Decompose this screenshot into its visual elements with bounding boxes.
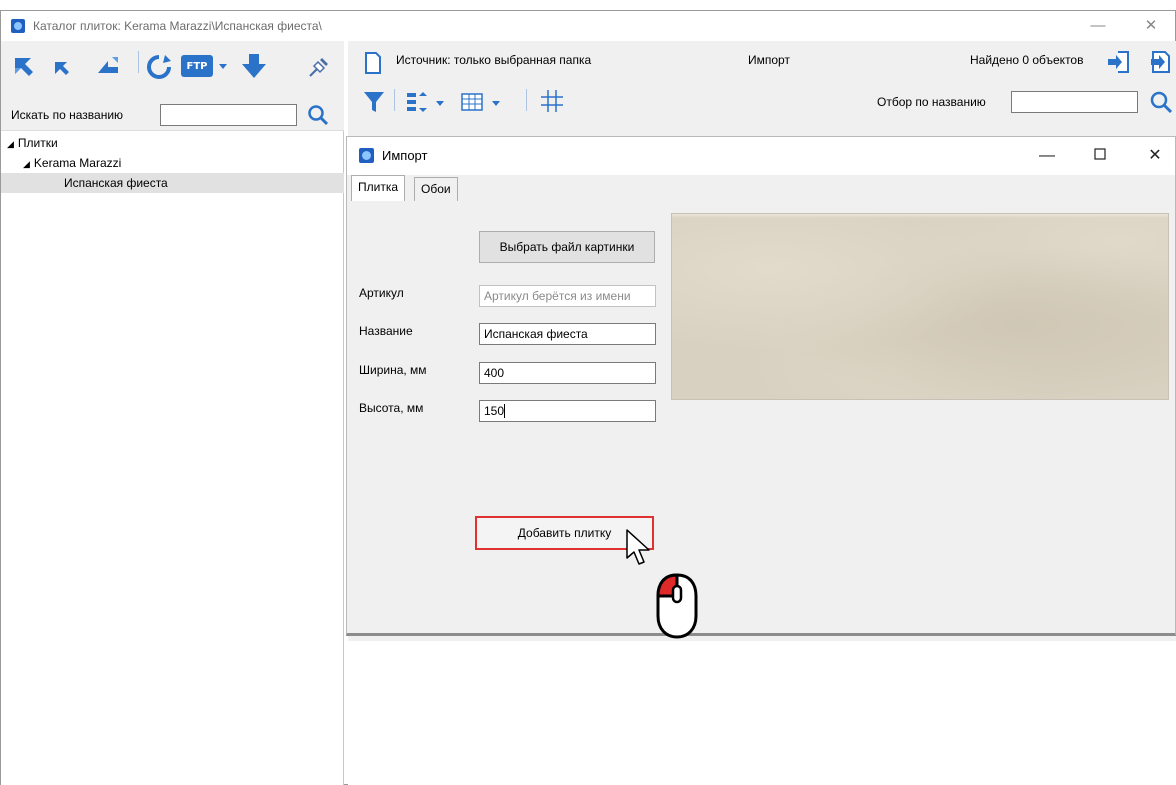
width-field[interactable]: 400 [479, 362, 656, 384]
search-row: Искать по названию [1, 99, 344, 131]
toolbar-separator [138, 51, 139, 73]
pin-icon[interactable] [305, 53, 333, 81]
download-icon[interactable] [239, 51, 269, 81]
app-icon [359, 148, 374, 163]
tree-selection-highlight [1, 173, 344, 193]
found-count: Найдено 0 объектов [970, 53, 1084, 67]
search-input[interactable] [160, 104, 297, 126]
import-into-icon[interactable] [1105, 49, 1133, 75]
filter-label: Отбор по названию [877, 95, 986, 109]
refresh-icon[interactable] [144, 53, 174, 81]
text-caret [504, 404, 506, 418]
expand-arrow-icon[interactable]: ◢ [7, 139, 14, 149]
dropdown-arrow-icon[interactable] [490, 97, 502, 109]
window-title: Каталог плиток: Kerama Marazzi\Испанская… [33, 19, 322, 33]
dialog-close-button[interactable]: ✕ [1135, 145, 1175, 167]
filter-toolbar: Отбор по названию [348, 81, 1176, 121]
width-label: Ширина, мм [359, 363, 427, 377]
close-button[interactable]: ✕ [1129, 15, 1173, 37]
mouse-cursor-icon [625, 528, 655, 573]
search-label: Искать по названию [11, 108, 124, 122]
grid-icon[interactable] [538, 87, 566, 115]
article-field[interactable]: Артикул берётся из имени [479, 285, 656, 307]
name-label: Название [359, 324, 413, 338]
dropdown-arrow-icon[interactable] [217, 59, 229, 73]
search-icon[interactable] [306, 103, 330, 127]
search-icon[interactable] [1148, 89, 1174, 115]
mouse-left-click-icon [655, 572, 699, 643]
source-label: Источник: только выбранная папка [396, 53, 592, 67]
left-toolbar: FTP [1, 41, 344, 99]
document-icon[interactable] [362, 51, 384, 75]
tile-tab-content: Выбрать файл картинки Артикул Артикул бе… [351, 201, 1171, 631]
expand-arrow-icon[interactable]: ◢ [23, 159, 30, 169]
name-field[interactable]: Испанская фиеста [479, 323, 656, 345]
import-dialog: Импорт — ✕ Плитка Обои Выбрать файл карт… [346, 136, 1176, 636]
height-field[interactable]: 150 [479, 400, 656, 422]
expand-all-icon[interactable] [11, 53, 41, 79]
dialog-maximize-button[interactable] [1080, 145, 1120, 167]
toolbar-separator [526, 89, 527, 111]
title-bar: Каталог плиток: Kerama Marazzi\Испанская… [1, 11, 1175, 41]
collapse-icon[interactable] [51, 57, 77, 79]
choose-image-button[interactable]: Выбрать файл картинки [479, 231, 655, 263]
export-icon[interactable] [1146, 49, 1174, 75]
sort-icon[interactable] [404, 89, 430, 115]
tree-item-spanish-fiesta[interactable]: Испанская фиеста [64, 173, 168, 193]
tab-tile[interactable]: Плитка [351, 175, 406, 201]
cropped-caption [0, 0, 1176, 10]
dropdown-arrow-icon[interactable] [434, 97, 446, 109]
maximize-button[interactable] [1079, 15, 1123, 37]
ftp-icon[interactable]: FTP [181, 55, 213, 77]
article-label: Артикул [359, 286, 404, 300]
tree-item-tiles[interactable]: ◢ Плитки [7, 133, 58, 153]
filter-icon[interactable] [362, 89, 386, 115]
filter-input[interactable] [1011, 91, 1138, 113]
dialog-title: Импорт [382, 148, 428, 163]
tree-item-kerama-marazzi[interactable]: ◢ Kerama Marazzi [23, 153, 121, 173]
tile-image-preview [671, 213, 1169, 400]
tab-wallpaper[interactable]: Обои [414, 177, 458, 201]
dialog-title-bar: Импорт — ✕ [347, 137, 1175, 175]
toolbar-separator [394, 89, 395, 111]
dialog-minimize-button[interactable]: — [1027, 145, 1067, 167]
import-label[interactable]: Импорт [748, 53, 790, 67]
app-icon [11, 19, 25, 33]
collapse-all-icon[interactable] [93, 55, 123, 79]
height-label: Высота, мм [359, 401, 424, 415]
table-view-icon[interactable] [458, 89, 486, 115]
source-toolbar: Источник: только выбранная папка Импорт … [348, 41, 1176, 81]
left-panel: FTP Искать по названию ◢ Плитки ◢ Kerama… [1, 41, 344, 785]
